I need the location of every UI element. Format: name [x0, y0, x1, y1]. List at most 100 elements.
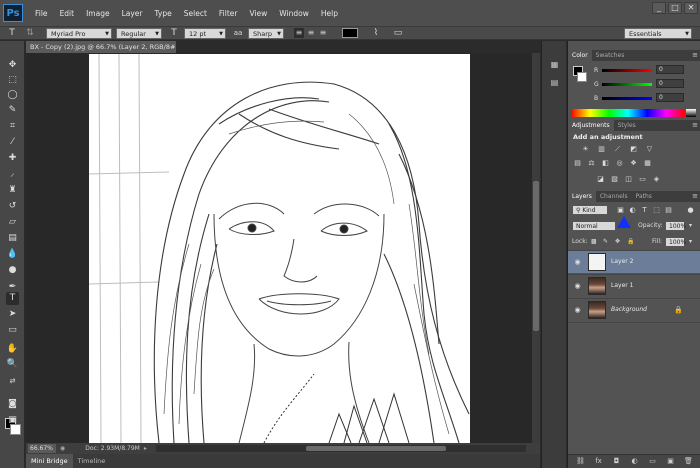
background-color-swatch[interactable]	[577, 72, 587, 82]
new-layer-icon[interactable]: ▣	[666, 457, 675, 466]
default-colors-icon[interactable]: ⇄	[6, 375, 19, 388]
quick-selection-tool-icon[interactable]: ✎	[6, 104, 19, 117]
black-white-icon[interactable]: ◧	[601, 159, 610, 168]
green-slider[interactable]	[602, 83, 652, 86]
type-filter-icon[interactable]: T	[640, 206, 649, 215]
close-button[interactable]: ✕	[684, 2, 698, 14]
eraser-tool-icon[interactable]: ▱	[6, 216, 19, 229]
panel-menu-icon[interactable]: ≡	[692, 191, 698, 202]
layer-name[interactable]: Layer 2	[611, 258, 633, 265]
tab-channels[interactable]: Channels	[596, 191, 632, 202]
lock-position-icon[interactable]: ✥	[615, 237, 620, 247]
menu-help[interactable]: Help	[315, 9, 344, 18]
hand-tool-icon[interactable]: ✋	[6, 343, 19, 356]
menu-view[interactable]: View	[243, 9, 273, 18]
layer-style-icon[interactable]: fx	[594, 457, 603, 466]
lock-transparent-icon[interactable]: ▩	[591, 237, 597, 247]
chevron-right-icon[interactable]: ▸	[144, 445, 147, 452]
text-orientation-icon[interactable]: ⇅	[24, 27, 36, 39]
screen-mode-icon[interactable]: ▣	[6, 414, 19, 427]
delete-layer-icon[interactable]: 🗑	[684, 457, 693, 466]
font-family-dropdown[interactable]: Myriad Pro ▼	[46, 27, 112, 39]
blue-slider[interactable]	[602, 97, 652, 100]
maximize-button[interactable]: □	[668, 2, 682, 14]
chevron-down-icon[interactable]: ▾	[689, 237, 692, 247]
tab-timeline[interactable]: Timeline	[73, 454, 111, 468]
warp-text-icon[interactable]: ⌇	[370, 27, 382, 39]
tab-styles[interactable]: Styles	[614, 120, 640, 131]
vertical-scroll-thumb[interactable]	[533, 181, 539, 331]
color-spectrum[interactable]	[571, 109, 685, 117]
posterize-icon[interactable]: ▧	[610, 175, 619, 184]
new-group-icon[interactable]: ▭	[648, 457, 657, 466]
tab-paths[interactable]: Paths	[632, 191, 656, 202]
align-left-icon[interactable]: ≡	[294, 28, 304, 38]
menu-edit[interactable]: Edit	[54, 9, 81, 18]
font-style-dropdown[interactable]: Regular ▼	[116, 27, 162, 39]
blue-value-field[interactable]: 0	[656, 93, 684, 102]
color-balance-icon[interactable]: ⚖	[587, 159, 596, 168]
channel-mixer-icon[interactable]: ❖	[629, 159, 638, 168]
quick-mask-icon[interactable]: ◙	[6, 398, 19, 411]
workspace-dropdown[interactable]: Essentials ▼	[624, 28, 692, 39]
minimize-button[interactable]: _	[652, 2, 666, 14]
shape-filter-icon[interactable]: ⬚	[652, 206, 661, 215]
menu-type[interactable]: Type	[149, 9, 178, 18]
align-center-icon[interactable]: ≡	[306, 28, 316, 38]
curves-icon[interactable]: ⟋	[613, 145, 622, 154]
menu-window[interactable]: Window	[273, 9, 315, 18]
brush-tool-icon[interactable]: ⸝	[6, 168, 19, 181]
layer-name[interactable]: Background	[611, 306, 647, 313]
menu-filter[interactable]: Filter	[213, 9, 244, 18]
layer-name[interactable]: Layer 1	[611, 282, 633, 289]
path-selection-tool-icon[interactable]: ➤	[6, 308, 19, 321]
visibility-eye-icon[interactable]: ◉	[573, 258, 582, 267]
marquee-tool-icon[interactable]: ⬚	[6, 74, 19, 87]
tab-mini-bridge[interactable]: Mini Bridge	[26, 454, 73, 468]
fill-field[interactable]: 100%	[665, 237, 686, 247]
new-adjustment-layer-icon[interactable]: ◐	[630, 457, 639, 466]
type-tool-preset-icon[interactable]: T	[6, 27, 18, 39]
vertical-scrollbar[interactable]	[532, 53, 540, 443]
tab-color[interactable]: Color	[568, 50, 592, 61]
lock-all-icon[interactable]: 🔒	[627, 237, 634, 247]
eyedropper-tool-icon[interactable]: ⁄	[6, 136, 19, 149]
panel-menu-icon[interactable]: ≡	[692, 120, 698, 131]
healing-brush-tool-icon[interactable]: ✚	[6, 152, 19, 165]
document-tab[interactable]: BX - Copy (2).jpg @ 66.7% (Layer 2, RGB/…	[26, 41, 176, 53]
exposure-icon[interactable]: ◩	[629, 145, 638, 154]
hue-saturation-icon[interactable]: ▤	[573, 159, 582, 168]
vibrance-icon[interactable]: ▽	[645, 145, 654, 154]
menu-select[interactable]: Select	[178, 9, 213, 18]
invert-icon[interactable]: ◪	[596, 175, 605, 184]
zoom-tool-icon[interactable]: 🔍	[6, 358, 19, 371]
lock-image-icon[interactable]: ✎	[603, 237, 608, 247]
add-mask-icon[interactable]: ◘	[612, 457, 621, 466]
tab-adjustments[interactable]: Adjustments	[568, 120, 614, 131]
document-canvas[interactable]	[89, 54, 470, 443]
horizontal-scrollbar[interactable]	[156, 445, 526, 452]
clone-stamp-tool-icon[interactable]: ♜	[6, 184, 19, 197]
brightness-contrast-icon[interactable]: ☀	[581, 145, 590, 154]
levels-icon[interactable]: ▥	[597, 145, 606, 154]
move-tool-icon[interactable]: ✥	[6, 59, 19, 72]
tab-swatches[interactable]: Swatches	[592, 50, 629, 61]
pixel-filter-icon[interactable]: ▣	[616, 206, 625, 215]
align-right-icon[interactable]: ≡	[318, 28, 328, 38]
adjustment-filter-icon[interactable]: ◐	[628, 206, 637, 215]
red-value-field[interactable]: 0	[656, 65, 684, 74]
status-info-icon[interactable]: ◉	[60, 445, 65, 452]
properties-panel-icon[interactable]: ▤	[549, 77, 560, 88]
layer-row[interactable]: ◉ Layer 1	[568, 274, 700, 297]
filter-toggle-icon[interactable]: ●	[686, 206, 695, 215]
photo-filter-icon[interactable]: ◎	[615, 159, 624, 168]
history-brush-tool-icon[interactable]: ↺	[6, 200, 19, 213]
crop-tool-icon[interactable]: ⌗	[6, 120, 19, 133]
visibility-eye-icon[interactable]: ◉	[573, 306, 582, 315]
menu-image[interactable]: Image	[80, 9, 116, 18]
character-panel-icon[interactable]: ▭	[392, 27, 404, 39]
font-size-dropdown[interactable]: 12 pt ▼	[184, 27, 226, 39]
green-value-field[interactable]: 0	[656, 79, 684, 88]
layer-filter-dropdown[interactable]: ⚲ Kind	[572, 205, 608, 215]
gradient-tool-icon[interactable]: ▤	[6, 232, 19, 245]
